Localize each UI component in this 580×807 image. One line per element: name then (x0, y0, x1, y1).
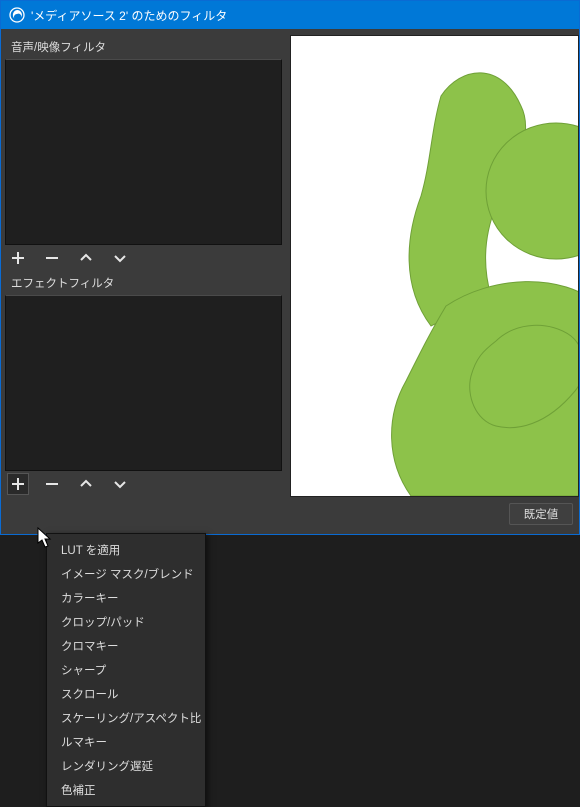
add-button[interactable] (8, 474, 28, 494)
add-filter-context-menu: LUT を適用 イメージ マスク/ブレンド カラーキー クロップ/パッド クロマ… (46, 533, 206, 807)
effect-toolbar (5, 471, 282, 497)
menu-item-render-delay[interactable]: レンダリング遅延 (47, 754, 205, 778)
titlebar[interactable]: 'メディアソース 2' のためのフィルタ (1, 1, 579, 29)
preview-image (291, 36, 579, 496)
audio-video-filters-label: 音声/映像フィルタ (5, 35, 282, 59)
preview-panel (290, 35, 579, 497)
content-area: 音声/映像フィルタ エフェクトフィルタ (1, 29, 579, 497)
left-column: 音声/映像フィルタ エフェクトフィルタ (1, 29, 286, 497)
bottom-bar: 既定値 (1, 497, 579, 531)
audio-video-toolbar (5, 245, 282, 271)
menu-item-chroma-key[interactable]: クロマキー (47, 634, 205, 658)
move-down-button[interactable] (110, 248, 130, 268)
defaults-button[interactable]: 既定値 (509, 503, 573, 525)
menu-item-crop-pad[interactable]: クロップ/パッド (47, 610, 205, 634)
menu-item-scroll[interactable]: スクロール (47, 682, 205, 706)
menu-item-luma-key[interactable]: ルマキー (47, 730, 205, 754)
move-down-button[interactable] (110, 474, 130, 494)
obs-icon (9, 7, 25, 23)
add-button[interactable] (8, 248, 28, 268)
menu-item-color-correction[interactable]: 色補正 (47, 778, 205, 802)
effect-filters-label: エフェクトフィルタ (5, 271, 282, 295)
audio-video-filters-list[interactable] (5, 59, 282, 245)
window-title: 'メディアソース 2' のためのフィルタ (31, 7, 227, 24)
menu-item-sharpen[interactable]: シャープ (47, 658, 205, 682)
move-up-button[interactable] (76, 474, 96, 494)
menu-item-image-mask-blend[interactable]: イメージ マスク/ブレンド (47, 562, 205, 586)
remove-button[interactable] (42, 474, 62, 494)
menu-item-scaling-aspect[interactable]: スケーリング/アスペクト比 (47, 706, 205, 730)
remove-button[interactable] (42, 248, 62, 268)
effect-filters-list[interactable] (5, 295, 282, 471)
filter-window: 'メディアソース 2' のためのフィルタ 音声/映像フィルタ エフェクトフィ (0, 0, 580, 535)
move-up-button[interactable] (76, 248, 96, 268)
menu-item-lut[interactable]: LUT を適用 (47, 538, 205, 562)
menu-item-color-key[interactable]: カラーキー (47, 586, 205, 610)
